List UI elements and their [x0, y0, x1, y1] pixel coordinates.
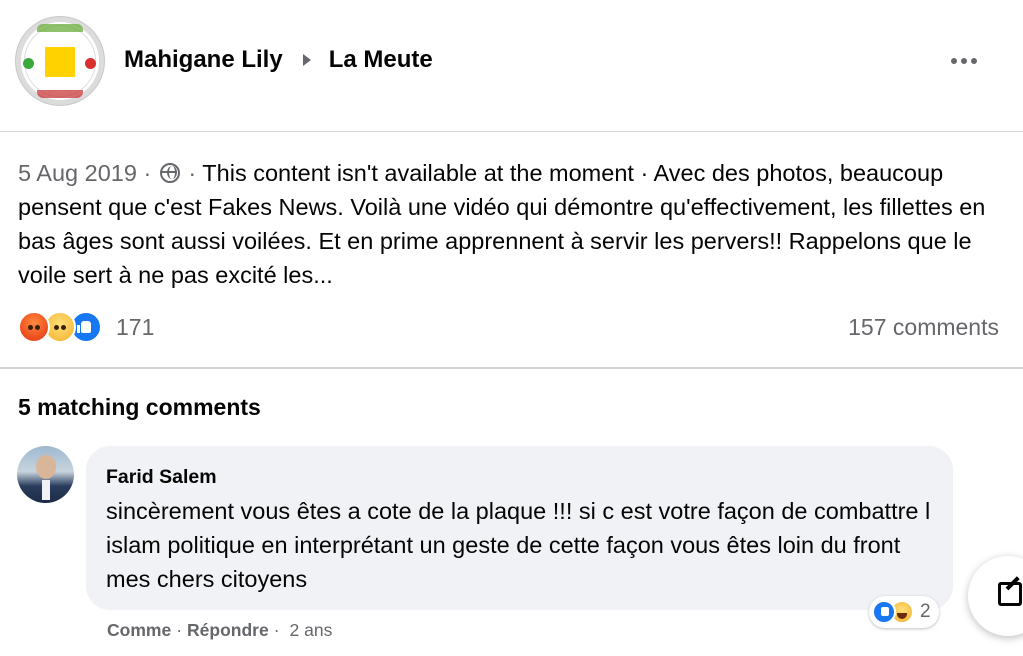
- commenter-avatar[interactable]: [17, 446, 74, 503]
- comment-reactions[interactable]: 2: [869, 596, 939, 628]
- comment-time[interactable]: 2 ans: [290, 620, 333, 641]
- action-separator: ·: [273, 620, 280, 640]
- comment-reaction-count: 2: [920, 601, 931, 622]
- cross-icon: [85, 58, 96, 69]
- comment-author[interactable]: Farid Salem: [106, 466, 217, 489]
- triangle-right-icon: [302, 54, 311, 66]
- author-link[interactable]: Mahigane Lily: [124, 46, 283, 74]
- globe-icon: [159, 163, 180, 183]
- avatar-yellow-square: [45, 47, 75, 77]
- compose-button[interactable]: [968, 556, 1023, 636]
- meta-separator: ·: [143, 160, 152, 186]
- action-separator: ·: [176, 620, 183, 640]
- avatar-top-band: [37, 24, 83, 32]
- post-date[interactable]: 5 Aug 2019: [18, 160, 137, 186]
- check-icon: [23, 58, 34, 69]
- more-dot: [951, 58, 957, 64]
- more-dot: [971, 58, 977, 64]
- group-avatar[interactable]: [16, 17, 104, 105]
- reaction-count[interactable]: 171: [116, 314, 154, 341]
- group-link[interactable]: La Meute: [329, 46, 433, 74]
- post-body: 5 Aug 2019 · · This content isn't availa…: [18, 156, 1008, 292]
- avatar-shirt: [42, 480, 50, 500]
- comment-text: sincèrement vous êtes a cote de la plaqu…: [106, 498, 931, 592]
- avatar-face: [36, 455, 56, 479]
- more-options-button[interactable]: [944, 44, 984, 78]
- matching-comments-title: 5 matching comments: [18, 394, 261, 420]
- edit-icon: [998, 582, 1022, 606]
- reply-button[interactable]: Répondre: [187, 620, 269, 641]
- post-header: Mahigane Lily La Meute: [0, 0, 1023, 132]
- section-divider: [0, 367, 1023, 369]
- like-comment-button[interactable]: Comme: [107, 620, 171, 641]
- comments-count-link[interactable]: 157 comments: [848, 314, 999, 341]
- more-dot: [961, 58, 967, 64]
- comment-actions: Comme · Répondre · 2 ans: [107, 620, 332, 641]
- like-reaction-icon: [872, 600, 896, 624]
- avatar-bottom-band: [37, 90, 83, 98]
- meta-separator: ·: [188, 160, 197, 186]
- breadcrumb: Mahigane Lily La Meute: [124, 46, 433, 74]
- post-reactions[interactable]: 171: [18, 310, 154, 344]
- angry-reaction-icon: [18, 311, 50, 343]
- comment-bubble: Farid Salem sincèrement vous êtes a cote…: [86, 446, 953, 610]
